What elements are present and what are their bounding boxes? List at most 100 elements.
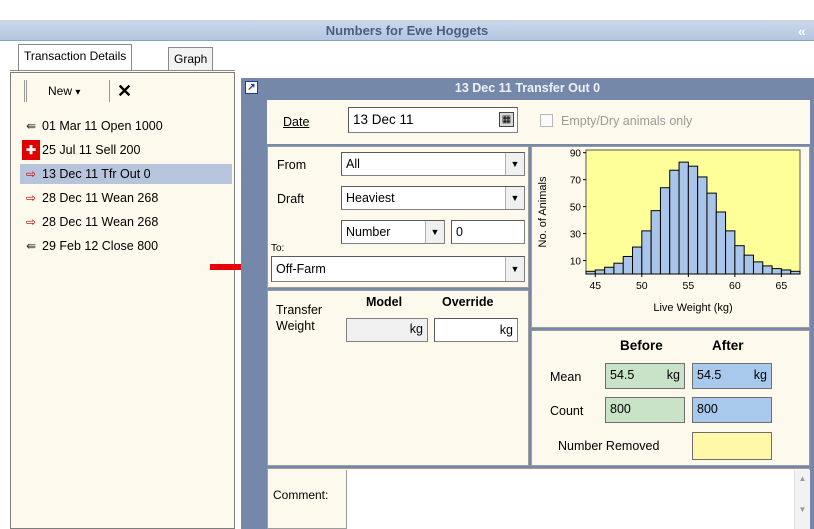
mean-after-unit: kg [753, 368, 767, 382]
histogram-bar [641, 230, 652, 275]
before-header: Before [620, 338, 663, 353]
transaction-label: 13 Dec 11 Tfr Out 0 [42, 167, 151, 181]
mean-label: Mean [550, 370, 582, 384]
histogram-bar [771, 268, 782, 275]
detail-title: 13 Dec 11 Transfer Out 0 [241, 78, 814, 98]
y-tick-label: 50 [570, 203, 582, 214]
y-tick-label: 70 [570, 176, 582, 187]
transfer-label: Transfer [276, 303, 323, 317]
to-value: Off-Farm [276, 262, 326, 276]
new-button[interactable]: New ▾ [40, 79, 88, 103]
close-icon: ⇚ [25, 239, 37, 253]
histogram-bar [752, 261, 764, 275]
comment-label: Comment: [273, 488, 329, 502]
y-tick-label: 90 [570, 149, 582, 160]
model-header: Model [366, 295, 403, 309]
histogram-bar [687, 165, 699, 275]
mean-after-field: 54.5 kg [692, 363, 772, 389]
mean-after-value: 54.5 [697, 368, 722, 382]
number-mode-select[interactable]: Number ▼ [341, 220, 445, 244]
transfer-icon: ⇨ [25, 191, 37, 205]
number-mode-value: Number [346, 225, 391, 239]
transfer-icon: ⇨ [25, 167, 37, 181]
tab-transaction-details[interactable]: Transaction Details [18, 44, 133, 70]
comment-scrollbar[interactable]: ▲ ▼ [794, 470, 810, 529]
draft-label-text: Draft [277, 192, 305, 206]
weight-label: Weight [276, 319, 315, 333]
draft-select[interactable]: Heaviest ▼ [341, 186, 525, 210]
transaction-list-item[interactable]: ⇨ 13 Dec 11 Tfr Out 0 [20, 164, 232, 184]
transaction-label: 01 Mar 11 Open 1000 [42, 119, 163, 133]
count-label: Count [550, 404, 584, 418]
date-value: 13 Dec 11 [353, 112, 414, 127]
chevron-down-icon: ▾ [75, 87, 81, 98]
chevron-down-icon: ▼ [505, 187, 524, 209]
transaction-list-item[interactable]: ⇚ 01 Mar 11 Open 1000 [20, 116, 232, 136]
collapse-icon[interactable]: « [798, 21, 812, 41]
to-label: To: [271, 243, 285, 254]
toolbar-grip [24, 80, 27, 102]
to-select[interactable]: Off-Farm ▼ [271, 256, 525, 282]
tab-graph[interactable]: Graph [168, 47, 214, 71]
transaction-list-item[interactable]: ⇨ 28 Dec 11 Wean 268 [20, 212, 232, 232]
histogram-bar [697, 176, 708, 275]
delete-icon[interactable]: ✕ [113, 79, 136, 103]
comment-textarea[interactable] [346, 470, 810, 529]
transfer-icon: ⇨ [25, 215, 37, 229]
empty-dry-label: Empty/Dry animals only [561, 114, 693, 128]
restore-icon[interactable]: ↗ [245, 81, 258, 94]
scroll-down-icon[interactable]: ▼ [795, 505, 810, 514]
histogram-bar [604, 266, 615, 275]
transaction-label: 28 Dec 11 Wean 268 [42, 191, 159, 205]
histogram-bar [725, 230, 736, 275]
date-field[interactable]: 13 Dec 11 ▦ [348, 107, 518, 133]
mean-before-unit: kg [666, 368, 680, 382]
draft-label: Draft [277, 192, 304, 206]
from-select[interactable]: All ▼ [341, 152, 525, 176]
histogram-bar [780, 269, 792, 275]
mean-before-value: 54.5 [610, 368, 635, 382]
tab-underline [10, 70, 235, 71]
after-header: After [712, 338, 744, 353]
new-button-label: New [48, 84, 73, 98]
chevron-down-icon: ▼ [425, 221, 444, 243]
histogram-bar [659, 187, 671, 275]
transaction-label: 25 Jul 11 Sell 200 [42, 143, 141, 157]
chevron-down-icon: ▼ [505, 153, 524, 175]
empty-dry-checkbox[interactable] [540, 114, 553, 127]
chevron-down-icon: ▼ [505, 257, 524, 281]
window-title: Numbers for Ewe Hoggets [0, 21, 814, 41]
from-label: From [277, 158, 307, 172]
histogram-bar [650, 210, 661, 275]
transaction-list-item[interactable]: ✚ 25 Jul 11 Sell 200 [20, 140, 232, 160]
x-tick-label: 60 [729, 280, 741, 292]
x-tick-label: 50 [636, 280, 648, 292]
mean-before-field: 54.5 kg [605, 363, 685, 389]
number-input[interactable]: 0 [451, 220, 525, 244]
transaction-list-item[interactable]: ⇚ 29 Feb 12 Close 800 [20, 236, 232, 256]
x-axis-label: Live Weight (kg) [653, 302, 732, 314]
scroll-up-icon[interactable]: ▲ [795, 474, 810, 483]
y-tick-label: 10 [570, 257, 582, 268]
x-tick-label: 45 [589, 280, 601, 292]
override-header: Override [442, 295, 494, 309]
histogram-bar [613, 262, 624, 275]
date-label: Date [283, 115, 309, 129]
weight-histogram: 10 30 50 70 90 45 50 55 60 65 Live Weight (kg) No. … [537, 149, 801, 314]
toolbar-divider [109, 80, 110, 102]
transaction-label: 29 Feb 12 Close 800 [42, 239, 159, 253]
histogram-bar [678, 161, 689, 275]
calendar-icon[interactable]: ▦ [499, 112, 514, 127]
transaction-list-item[interactable]: ⇨ 28 Dec 11 Wean 268 [20, 188, 232, 208]
sell-icon: ✚ [22, 140, 40, 160]
x-tick-label: 65 [776, 280, 788, 292]
histogram-bar [743, 254, 754, 275]
number-removed-field [692, 432, 772, 460]
histogram-bar [715, 211, 727, 275]
histogram-bar [669, 169, 680, 275]
draft-value: Heaviest [346, 191, 395, 205]
from-value: All [346, 157, 360, 171]
histogram-bar [790, 270, 801, 275]
override-weight-field[interactable]: kg [434, 318, 518, 342]
y-tick-label: 30 [570, 230, 582, 241]
